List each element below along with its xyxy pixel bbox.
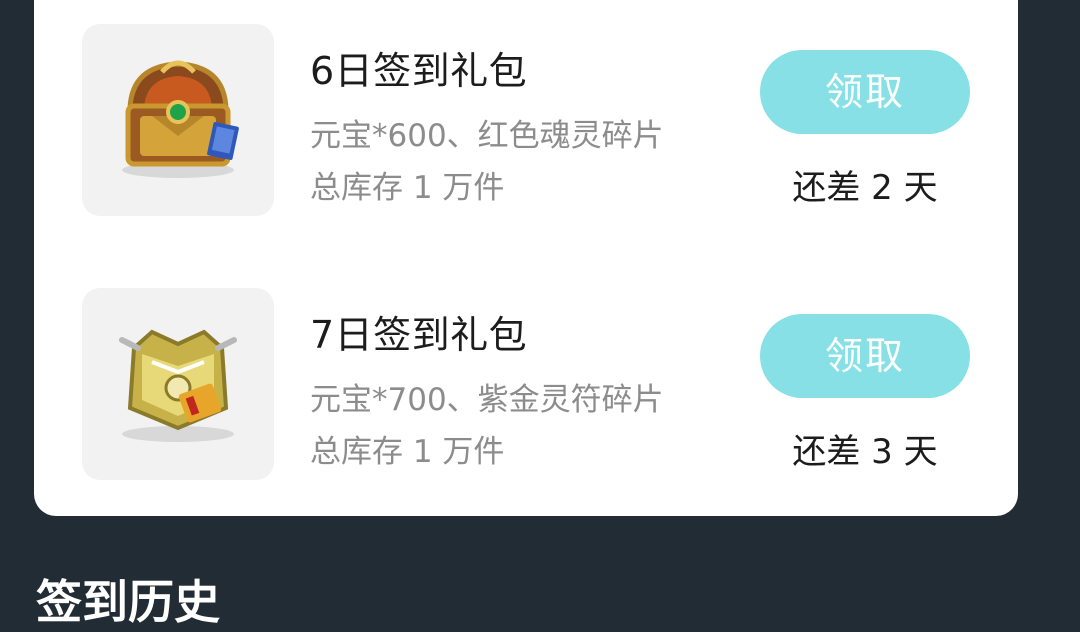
days-remaining: 还差 3 天 <box>792 432 938 472</box>
treasure-chest-icon <box>122 60 239 178</box>
history-section-title: 签到历史 <box>36 575 220 629</box>
gift-thumbnail <box>82 288 274 480</box>
claim-button[interactable]: 领取 <box>760 50 970 134</box>
gift-list-card: 6日签到礼包 元宝*600、红色魂灵碎片 总库存 1 万件 领取 还差 2 天 … <box>34 0 1018 516</box>
gift-stock: 总库存 1 万件 <box>310 170 505 206</box>
claim-button[interactable]: 领取 <box>760 314 970 398</box>
gift-thumbnail <box>82 24 274 216</box>
gift-item-day6: 6日签到礼包 元宝*600、红色魂灵碎片 总库存 1 万件 领取 还差 2 天 <box>34 24 1018 216</box>
gift-description: 元宝*600、红色魂灵碎片 <box>310 118 664 154</box>
gift-title: 7日签到礼包 <box>310 313 528 357</box>
gift-description: 元宝*700、紫金灵符碎片 <box>310 382 664 418</box>
golden-chest-icon <box>119 329 237 442</box>
gift-title: 6日签到礼包 <box>310 49 528 93</box>
gift-item-day7: 7日签到礼包 元宝*700、紫金灵符碎片 总库存 1 万件 领取 还差 3 天 <box>34 288 1018 480</box>
gift-stock: 总库存 1 万件 <box>310 434 505 470</box>
days-remaining: 还差 2 天 <box>792 168 938 208</box>
